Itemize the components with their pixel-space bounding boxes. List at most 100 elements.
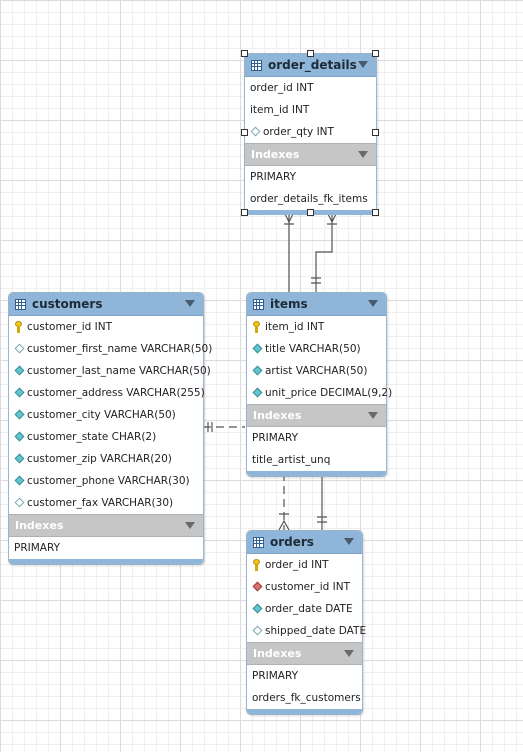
column-label: item_id INT <box>250 104 310 116</box>
index-label: PRIMARY <box>250 171 297 183</box>
index-row[interactable]: PRIMARY <box>247 427 386 449</box>
column-label: customer_city VARCHAR(50) <box>27 409 176 421</box>
column-row[interactable]: customer_phone VARCHAR(30) <box>9 470 203 492</box>
column-label: artist VARCHAR(50) <box>265 365 368 377</box>
column-row[interactable]: customer_zip VARCHAR(20) <box>9 448 203 470</box>
rel-order-details-items-line-b <box>315 214 333 292</box>
table-customers[interactable]: customers customer_id INT customer_first… <box>8 292 212 565</box>
indexes-header[interactable]: Indexes <box>247 404 386 427</box>
index-row[interactable]: order_details_fk_items <box>245 188 376 210</box>
index-label: order_details_fk_items <box>250 193 368 205</box>
column-row[interactable]: customer_fax VARCHAR(30) <box>9 492 203 514</box>
index-label: PRIMARY <box>252 670 299 682</box>
indexes-header[interactable]: Indexes <box>245 143 376 166</box>
table-items[interactable]: items item_id INT title VARCHAR(50) arti… <box>246 292 392 477</box>
resize-handle[interactable] <box>241 209 248 216</box>
table-name: items <box>270 297 308 311</box>
resize-handle[interactable] <box>372 129 379 136</box>
column-row[interactable]: item_id INT <box>245 99 376 121</box>
column-label: item_id INT <box>265 321 325 333</box>
collapse-caret-icon[interactable] <box>185 522 195 529</box>
indexes-header[interactable]: Indexes <box>247 642 362 665</box>
rel-orders-crowfoot <box>278 513 290 531</box>
collapse-caret-icon[interactable] <box>368 300 378 307</box>
resize-handle[interactable] <box>241 129 248 136</box>
column-label: customer_state CHAR(2) <box>27 431 157 443</box>
column-row[interactable]: customer_state CHAR(2) <box>9 426 203 448</box>
column-label: title VARCHAR(50) <box>265 343 361 355</box>
column-row[interactable]: artist VARCHAR(50) <box>247 360 386 382</box>
rel-order-details-crowfoot-a <box>284 213 294 225</box>
collapse-caret-icon[interactable] <box>358 151 368 158</box>
resize-handle[interactable] <box>372 50 379 57</box>
column-row[interactable]: title VARCHAR(50) <box>247 338 386 360</box>
not-null-column-icon <box>14 453 24 465</box>
column-label: order_id INT <box>265 559 329 571</box>
column-label: customer_fax VARCHAR(30) <box>27 497 174 509</box>
index-row[interactable]: PRIMARY <box>247 665 362 687</box>
column-row[interactable]: customer_last_name VARCHAR(50) <box>9 360 211 382</box>
collapse-caret-icon[interactable] <box>185 300 195 307</box>
column-row[interactable]: order_qty INT <box>245 121 376 143</box>
indexes-label: Indexes <box>253 647 302 660</box>
not-null-column-icon <box>252 387 262 399</box>
rel-customers-one-marker <box>207 422 213 432</box>
column-row[interactable]: customer_address VARCHAR(255) <box>9 382 205 404</box>
not-null-column-icon <box>252 603 262 615</box>
not-null-column-icon <box>14 431 24 443</box>
collapse-caret-icon[interactable] <box>358 61 368 68</box>
column-label: customer_id INT <box>27 321 112 333</box>
column-label: shipped_date DATE <box>265 625 367 637</box>
table-footer <box>9 559 203 564</box>
indexes-label: Indexes <box>15 519 64 532</box>
column-row[interactable]: order_date DATE <box>247 598 362 620</box>
nullable-column-icon <box>14 343 24 355</box>
index-row[interactable]: PRIMARY <box>9 537 203 559</box>
column-row[interactable]: item_id INT <box>247 316 386 338</box>
resize-handle[interactable] <box>307 50 314 57</box>
column-row[interactable]: order_id INT <box>247 554 362 576</box>
not-null-column-icon <box>14 387 24 399</box>
collapse-caret-icon[interactable] <box>344 538 354 545</box>
resize-handle[interactable] <box>372 209 379 216</box>
index-row[interactable]: orders_fk_customers <box>247 687 362 709</box>
column-row[interactable]: customer_first_name VARCHAR(50) <box>9 338 212 360</box>
table-header[interactable]: items <box>247 293 386 316</box>
column-row[interactable]: order_id INT <box>245 77 376 99</box>
index-row[interactable]: title_artist_unq <box>247 449 386 471</box>
table-header[interactable]: order_details <box>245 54 376 77</box>
resize-handle[interactable] <box>307 209 314 216</box>
er-diagram-canvas[interactable]: order_details order_id INT item_id INT o… <box>0 0 523 752</box>
indexes-label: Indexes <box>253 409 302 422</box>
rel-items-orders-one-marker <box>317 516 327 523</box>
column-row[interactable]: shipped_date DATE <box>247 620 366 642</box>
table-header[interactable]: orders <box>247 531 362 554</box>
column-label: customer_id INT <box>265 581 350 593</box>
primary-key-icon <box>14 321 24 333</box>
table-order-details[interactable]: order_details order_id INT item_id INT o… <box>241 50 379 216</box>
table-icon <box>253 536 264 548</box>
column-label: customer_zip VARCHAR(20) <box>27 453 172 465</box>
collapse-caret-icon[interactable] <box>344 650 354 657</box>
index-label: PRIMARY <box>252 432 299 444</box>
column-row[interactable]: unit_price DECIMAL(9,2) <box>247 382 392 404</box>
collapse-caret-icon[interactable] <box>368 412 378 419</box>
index-row[interactable]: PRIMARY <box>245 166 376 188</box>
indexes-header[interactable]: Indexes <box>9 514 203 537</box>
table-header[interactable]: customers <box>9 293 203 316</box>
not-null-column-icon <box>252 343 262 355</box>
table-icon <box>251 59 262 71</box>
index-label: orders_fk_customers <box>252 692 361 704</box>
nullable-column-icon <box>252 625 262 637</box>
primary-key-icon <box>252 559 262 571</box>
column-row[interactable]: customer_id INT <box>9 316 203 338</box>
table-name: order_details <box>268 58 357 72</box>
nullable-column-icon <box>14 497 24 509</box>
column-label: customer_last_name VARCHAR(50) <box>27 365 211 377</box>
rel-order-details-crowfoot-b <box>327 213 337 225</box>
resize-handle[interactable] <box>241 50 248 57</box>
rel-items-one-marker <box>311 277 321 284</box>
table-orders[interactable]: orders order_id INT customer_id INT orde… <box>246 530 366 715</box>
column-row[interactable]: customer_id INT <box>247 576 362 598</box>
column-row[interactable]: customer_city VARCHAR(50) <box>9 404 203 426</box>
